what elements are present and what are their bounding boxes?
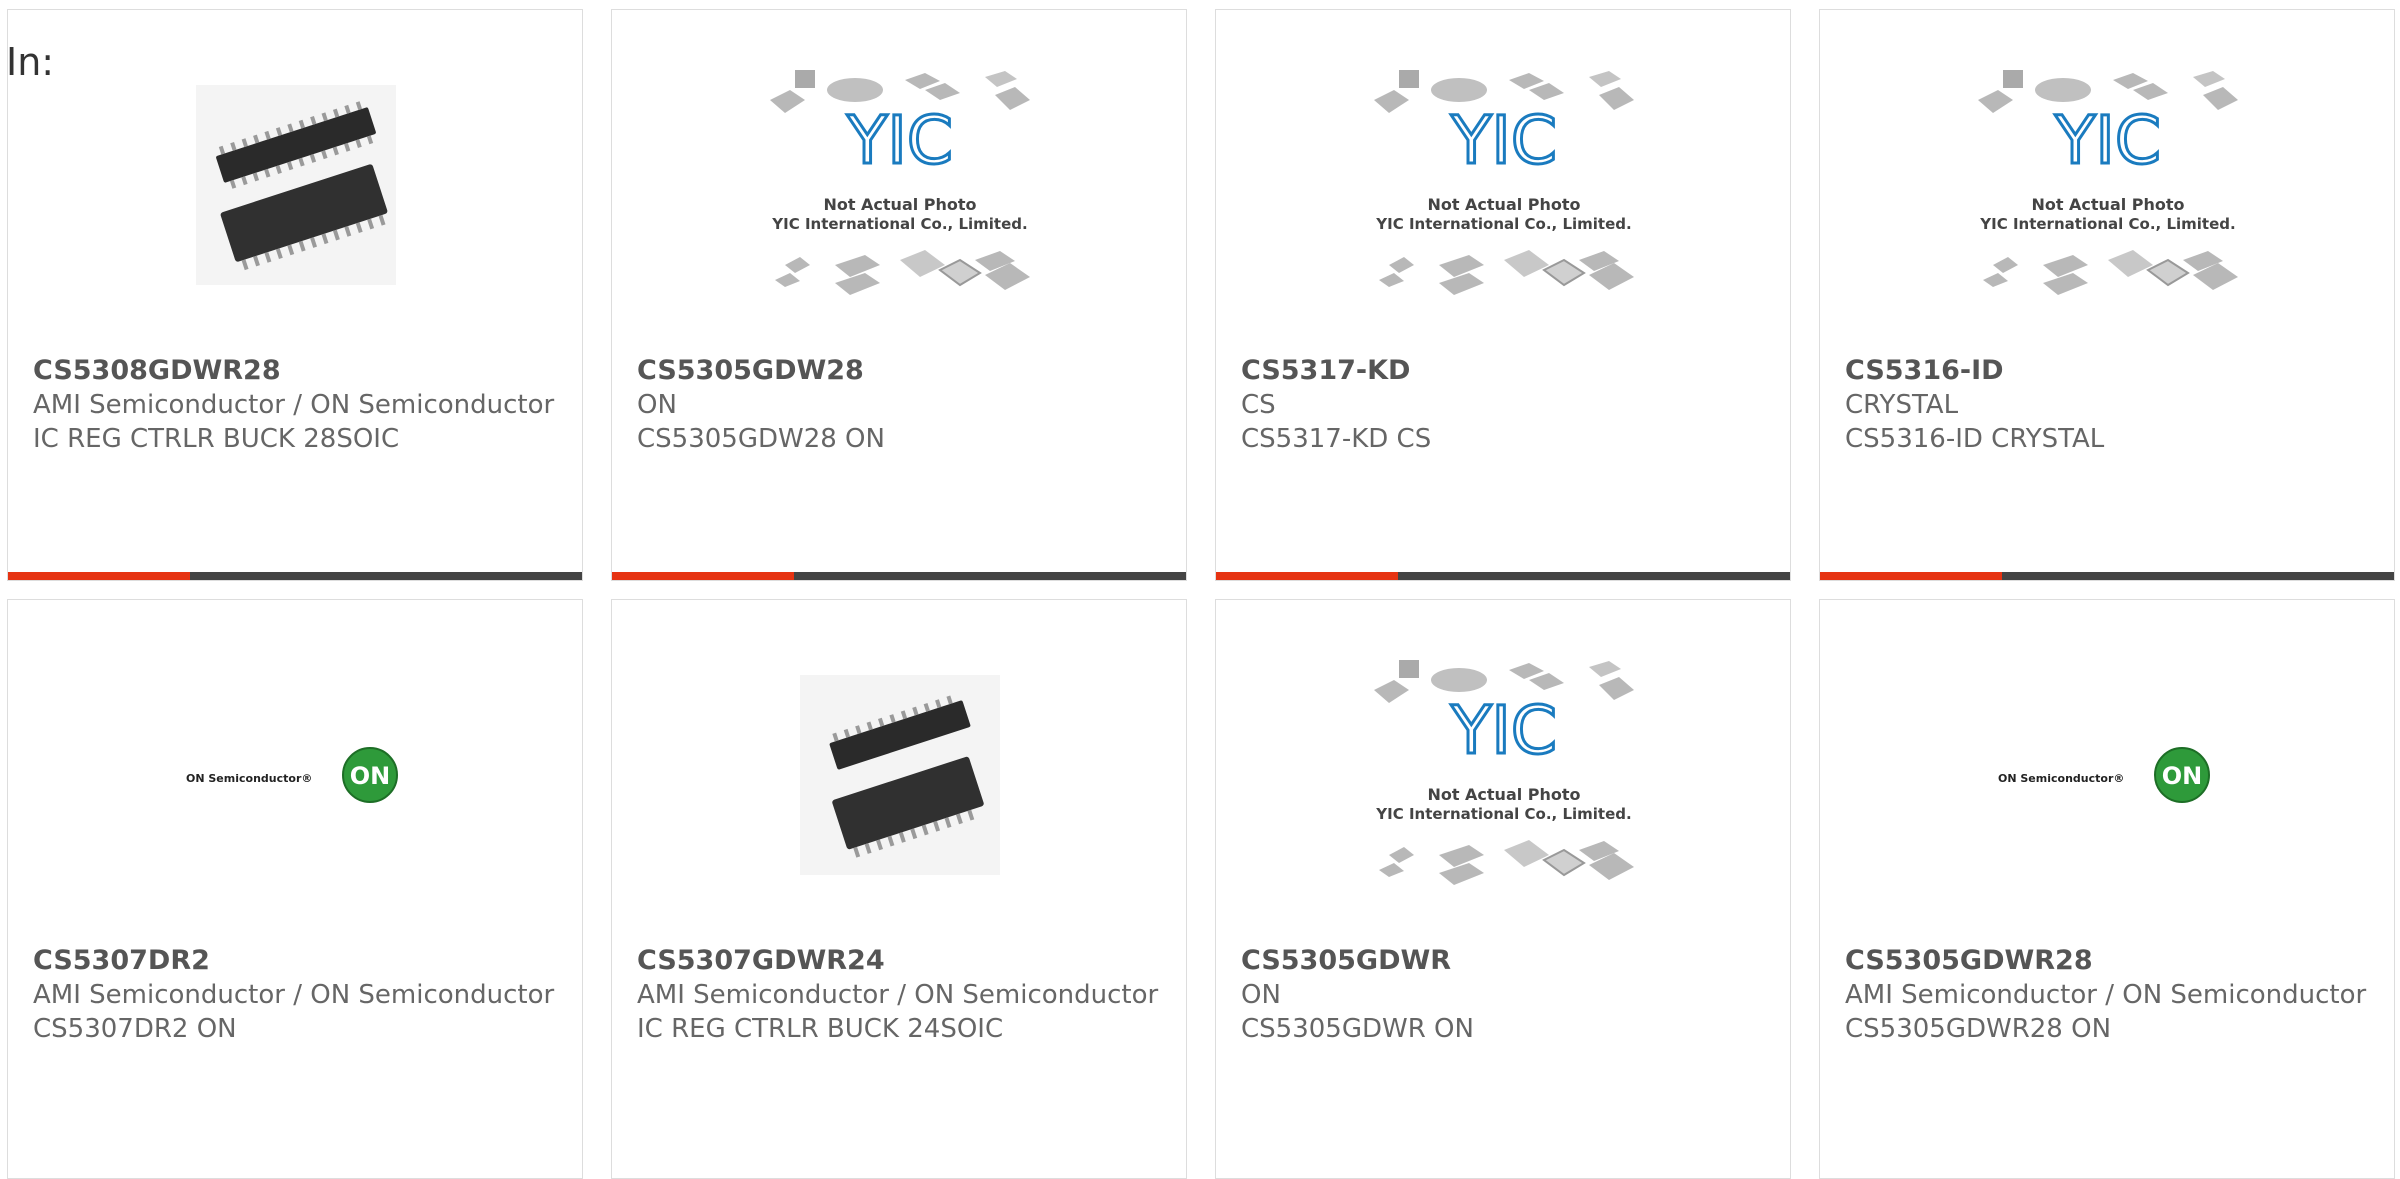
product-image[interactable]: ON Semiconductor® ON [8, 660, 582, 890]
yic-placeholder-image: YIC Not Actual Photo YIC International C… [1374, 70, 1634, 295]
part-number[interactable]: CS5305GDW28 [637, 354, 1167, 388]
product-image[interactable]: YIC Not Actual Photo YIC International C… [1820, 70, 2394, 300]
manufacturer: AMI Semiconductor / ON Semiconductor [1845, 980, 2367, 1010]
yic-logo: YIC [1450, 692, 1557, 769]
product-image[interactable]: YIC Not Actual Photo YIC International C… [612, 70, 1186, 300]
product-info: CS5305GDW28 ON CS5305GDW28 ON [637, 354, 1167, 456]
part-number[interactable]: CS5305GDWR [1241, 944, 1771, 978]
part-number[interactable]: CS5316-ID [1845, 354, 2375, 388]
placeholder-line2: YIC International Co., Limited. [1375, 805, 1631, 823]
product-image[interactable]: YIC Not Actual Photo YIC International C… [1216, 660, 1790, 890]
description: IC REG CTRLR BUCK 28SOIC [33, 424, 400, 454]
part-number[interactable]: CS5307DR2 [33, 944, 563, 978]
placeholder-line1: Not Actual Photo [823, 195, 976, 214]
product-image[interactable]: YIC Not Actual Photo YIC International C… [1216, 70, 1790, 300]
card-footer-bar [612, 572, 1186, 580]
product-info: CS5308GDWR28 AMI Semiconductor / ON Semi… [33, 354, 563, 456]
card-footer-bar [1820, 572, 2394, 580]
soic-chip-photo [196, 85, 396, 285]
placeholder-line1: Not Actual Photo [2031, 195, 2184, 214]
product-grid: CS5308GDWR28 AMI Semiconductor / ON Semi… [7, 9, 2400, 1179]
product-image[interactable] [612, 660, 1186, 890]
description: CS5317-KD CS [1241, 424, 1432, 454]
product-card[interactable]: ON Semiconductor® ON CS5305GDWR28 AMI Se… [1819, 599, 2395, 1179]
product-info: CS5316-ID CRYSTAL CS5316-ID CRYSTAL [1845, 354, 2375, 456]
manufacturer: ON [1241, 980, 1281, 1010]
yic-placeholder-image: YIC Not Actual Photo YIC International C… [1374, 660, 1634, 885]
on-semi-logo-image: ON Semiconductor® ON [1998, 747, 2210, 803]
description: CS5316-ID CRYSTAL [1845, 424, 2105, 454]
description: CS5305GDWR ON [1241, 1014, 1474, 1044]
product-info: CS5307GDWR24 AMI Semiconductor / ON Semi… [637, 944, 1167, 1046]
yic-logo: YIC [846, 102, 953, 179]
product-image[interactable] [8, 70, 582, 300]
description: IC REG CTRLR BUCK 24SOIC [637, 1014, 1004, 1044]
description: CS5305GDWR28 ON [1845, 1014, 2112, 1044]
on-semi-wordmark: ON Semiconductor® [1998, 772, 2124, 785]
product-info: CS5317-KD CS CS5317-KD CS [1241, 354, 1771, 456]
product-info: CS5307DR2 AMI Semiconductor / ON Semicon… [33, 944, 563, 1046]
manufacturer: CS [1241, 390, 1276, 420]
manufacturer: AMI Semiconductor / ON Semiconductor [33, 980, 555, 1010]
product-card[interactable]: YIC Not Actual Photo YIC International C… [1215, 9, 1791, 581]
placeholder-line2: YIC International Co., Limited. [771, 215, 1027, 233]
part-number[interactable]: CS5308GDWR28 [33, 354, 563, 388]
placeholder-line1: Not Actual Photo [1427, 195, 1580, 214]
card-footer-accent [1820, 572, 2002, 580]
on-badge: ON [2162, 762, 2203, 790]
product-info: CS5305GDWR28 AMI Semiconductor / ON Semi… [1845, 944, 2375, 1046]
soic-chip-photo [800, 675, 1000, 875]
on-semi-wordmark: ON Semiconductor® [186, 772, 312, 785]
yic-logo: YIC [2054, 102, 2161, 179]
card-footer-accent [8, 572, 190, 580]
card-footer-accent [612, 572, 794, 580]
on-badge: ON [350, 762, 391, 790]
product-card[interactable]: YIC Not Actual Photo YIC International C… [611, 9, 1187, 581]
card-footer-bar [1216, 572, 1790, 580]
product-info: CS5305GDWR ON CS5305GDWR ON [1241, 944, 1771, 1046]
part-number[interactable]: CS5305GDWR28 [1845, 944, 2375, 978]
product-card[interactable]: ON Semiconductor® ON CS5307DR2 AMI Semic… [7, 599, 583, 1179]
product-image[interactable]: ON Semiconductor® ON [1820, 660, 2394, 890]
product-card[interactable]: YIC Not Actual Photo YIC International C… [1215, 599, 1791, 1179]
product-card[interactable]: CS5308GDWR28 AMI Semiconductor / ON Semi… [7, 9, 583, 581]
description: CS5307DR2 ON [33, 1014, 237, 1044]
on-semi-logo-image: ON Semiconductor® ON [186, 747, 398, 803]
card-footer-bar [8, 572, 582, 580]
yic-placeholder-image: YIC Not Actual Photo YIC International C… [1978, 70, 2238, 295]
description: CS5305GDW28 ON [637, 424, 885, 454]
product-card[interactable]: CS5307GDWR24 AMI Semiconductor / ON Semi… [611, 599, 1187, 1179]
placeholder-line2: YIC International Co., Limited. [1979, 215, 2235, 233]
card-footer-accent [1216, 572, 1398, 580]
part-number[interactable]: CS5307GDWR24 [637, 944, 1167, 978]
yic-logo: YIC [1450, 102, 1557, 179]
manufacturer: ON [637, 390, 677, 420]
manufacturer: AMI Semiconductor / ON Semiconductor [33, 390, 555, 420]
manufacturer: CRYSTAL [1845, 390, 1959, 420]
manufacturer: AMI Semiconductor / ON Semiconductor [637, 980, 1159, 1010]
filter-label: In: [6, 40, 55, 84]
placeholder-line1: Not Actual Photo [1427, 785, 1580, 804]
product-card[interactable]: YIC Not Actual Photo YIC International C… [1819, 9, 2395, 581]
yic-placeholder-image: YIC Not Actual Photo YIC International C… [770, 70, 1030, 295]
placeholder-line2: YIC International Co., Limited. [1375, 215, 1631, 233]
part-number[interactable]: CS5317-KD [1241, 354, 1771, 388]
